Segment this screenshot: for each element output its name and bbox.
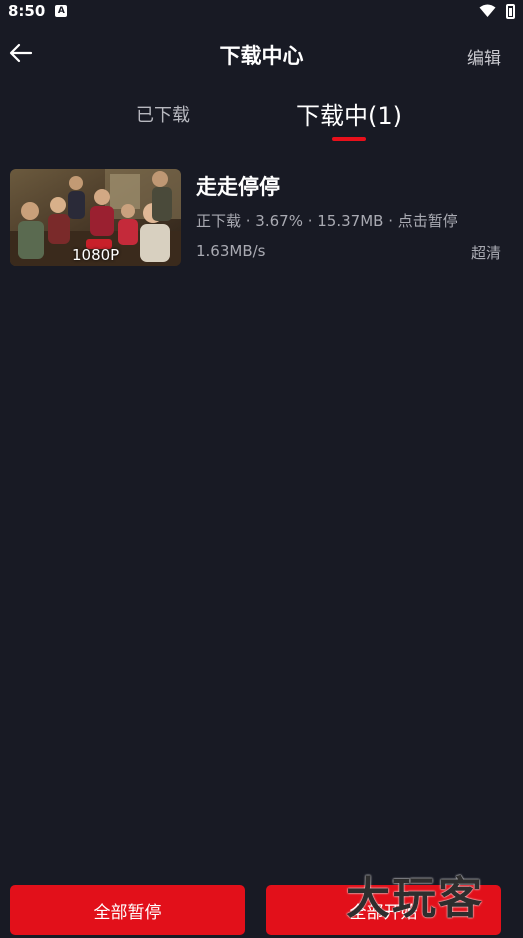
- start-all-button[interactable]: 全部开始: [266, 885, 501, 935]
- resolution-badge: 1080P: [72, 246, 120, 264]
- video-thumbnail: 1080P: [10, 169, 181, 266]
- wifi-icon: [479, 4, 496, 17]
- active-tab-indicator: [332, 137, 366, 141]
- download-speed: 1.63MB/s: [196, 242, 266, 260]
- battery-icon: [506, 3, 515, 19]
- download-title: 走走停停: [196, 175, 280, 199]
- header: 下载中心 编辑: [0, 32, 523, 76]
- download-status[interactable]: 正下载 · 3.67% · 15.37MB · 点击暂停: [196, 210, 458, 231]
- status-icons: [479, 3, 515, 19]
- tab-downloaded[interactable]: 已下载: [136, 101, 190, 127]
- download-item[interactable]: 1080P 走走停停 正下载 · 3.67% · 15.37MB · 点击暂停 …: [10, 169, 513, 267]
- bottom-action-bar: 全部暂停 全部开始: [0, 885, 523, 935]
- status-bar: 8:50 A: [0, 0, 523, 22]
- pause-all-button[interactable]: 全部暂停: [10, 885, 245, 935]
- page-title: 下载中心: [219, 44, 304, 68]
- tab-bar: 已下载 下载中(1): [0, 94, 523, 144]
- tab-downloading[interactable]: 下载中(1): [296, 96, 402, 131]
- edit-button[interactable]: 编辑: [467, 44, 501, 69]
- status-time: 8:50: [8, 2, 46, 20]
- download-quality: 超清: [470, 244, 501, 262]
- notification-app-icon: A: [55, 5, 68, 17]
